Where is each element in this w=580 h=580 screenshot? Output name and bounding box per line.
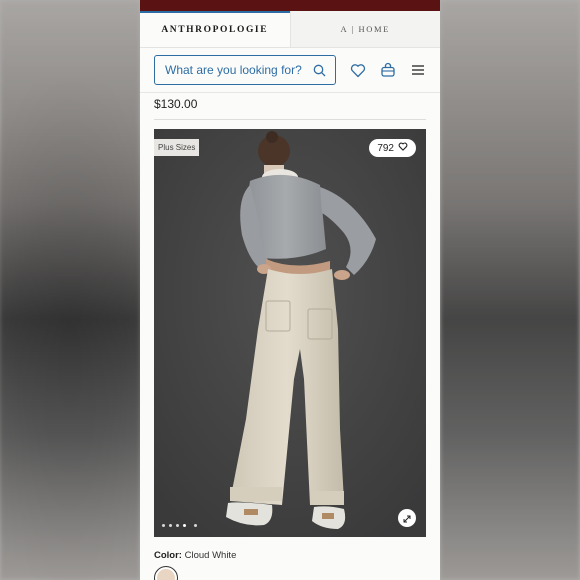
like-count-button[interactable]: 792 [369, 139, 416, 157]
carousel-dot[interactable] [194, 524, 197, 527]
product-image[interactable]: Plus Sizes 792 [154, 129, 426, 537]
heart-icon[interactable] [350, 62, 366, 78]
site-tabs: ANTHROPOLOGIE A | HOME [140, 11, 440, 48]
heart-small-icon [398, 142, 408, 154]
blurred-background-right [440, 0, 580, 580]
bag-icon[interactable] [380, 62, 396, 78]
blurred-background-left [0, 0, 140, 580]
carousel-dot[interactable] [169, 524, 172, 527]
color-label: Color: [154, 550, 182, 561]
image-carousel-dots [162, 524, 197, 527]
expand-image-button[interactable] [398, 509, 416, 527]
plus-sizes-badge: Plus Sizes [154, 139, 200, 156]
search-icon[interactable] [311, 62, 327, 78]
price-divider [154, 119, 426, 120]
carousel-dot[interactable] [176, 524, 179, 527]
search-input[interactable]: What are you looking for? [154, 55, 336, 85]
tab-home-label: A | HOME [340, 24, 390, 34]
color-value: Cloud White [184, 550, 237, 561]
tab-anthropologie-label: ANTHROPOLOGIE [161, 25, 269, 35]
top-color-bar [140, 0, 440, 11]
color-swatch-cloud-white[interactable] [154, 566, 178, 580]
menu-icon[interactable] [410, 62, 426, 78]
expand-icon [402, 509, 412, 528]
header-icons [350, 62, 426, 78]
carousel-dot[interactable] [162, 524, 165, 527]
tab-anthropologie[interactable]: ANTHROPOLOGIE [140, 11, 290, 47]
carousel-dot-active[interactable] [183, 524, 186, 527]
search-placeholder: What are you looking for? [165, 63, 302, 77]
like-count: 792 [377, 142, 394, 154]
product-photo [154, 129, 426, 537]
tab-home[interactable]: A | HOME [289, 11, 440, 47]
color-selector-label: Color: Cloud White [154, 550, 236, 561]
mobile-page: ANTHROPOLOGIE A | HOME What are you look… [140, 0, 440, 580]
product-price: $130.00 [154, 97, 198, 111]
header-bar: What are you looking for? [140, 48, 440, 92]
